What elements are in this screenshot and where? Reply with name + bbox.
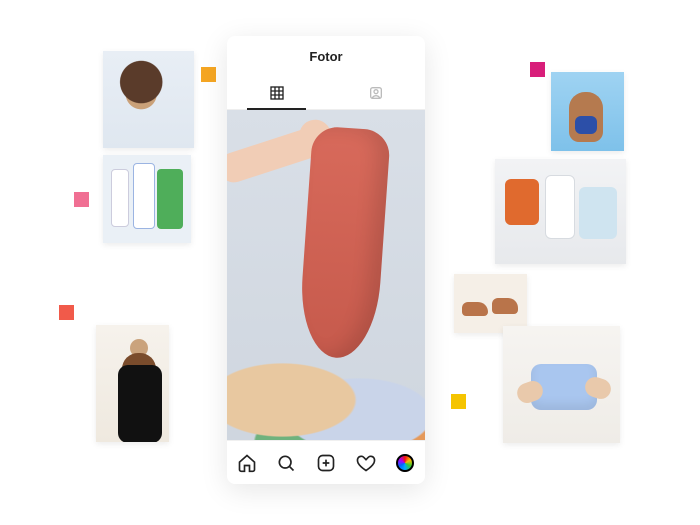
accent-pink-left	[74, 192, 89, 207]
thumb-blue-bag	[503, 326, 620, 443]
nav-color[interactable]	[394, 452, 416, 474]
thumb-sandals	[454, 274, 527, 333]
phone-mock: Fotor	[227, 36, 425, 484]
tab-tagged[interactable]	[326, 76, 425, 109]
accent-yellow-bot	[451, 394, 466, 409]
tab-grid[interactable]	[227, 76, 326, 109]
nav-home[interactable]	[236, 452, 258, 474]
accent-orange-top	[201, 67, 216, 82]
nav-search[interactable]	[275, 452, 297, 474]
accent-coral-left	[59, 305, 74, 320]
profile-tabs	[227, 76, 425, 110]
thumb-woman-coat	[96, 325, 169, 442]
tagged-icon	[368, 85, 384, 101]
thumb-products-green	[103, 155, 191, 243]
rainbow-icon	[396, 454, 414, 472]
feed-image[interactable]	[227, 110, 425, 440]
nav-likes[interactable]	[355, 452, 377, 474]
accent-magenta-top	[530, 62, 545, 77]
thumb-sky-portrait	[551, 72, 624, 151]
app-title: Fotor	[227, 36, 425, 76]
grid-icon	[269, 85, 285, 101]
canvas: Fotor	[0, 0, 700, 525]
thumb-candle-cosmetics	[495, 159, 626, 264]
bottom-nav	[227, 440, 425, 484]
thumb-portrait-curly	[103, 51, 194, 148]
nav-add[interactable]	[315, 452, 337, 474]
